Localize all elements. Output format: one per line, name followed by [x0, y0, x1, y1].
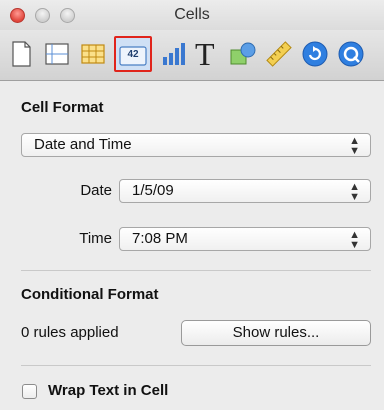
time-format-select[interactable]: 7:08 PM ▲ ▼ — [119, 227, 371, 251]
select-arrows-icon: ▲ ▼ — [349, 135, 360, 157]
date-format-value: 1/5/09 — [132, 182, 174, 199]
layout-inspector-button[interactable] — [40, 36, 74, 72]
chart-inspector-button[interactable] — [156, 36, 190, 72]
conditional-format-heading: Conditional Format — [21, 286, 159, 303]
document-inspector-button[interactable] — [4, 36, 38, 72]
section-divider — [21, 365, 371, 366]
quicktime-inspector-button[interactable] — [334, 36, 368, 72]
metrics-inspector-button[interactable] — [262, 36, 296, 72]
arrow-circle-icon — [302, 41, 328, 67]
cells-inspector-window: Cells 42 T Cell Format Date and Time ▲ ▼… — [0, 0, 384, 410]
inspector-toolbar: 42 T — [0, 30, 384, 81]
text-icon: T — [195, 36, 215, 72]
title-bar[interactable]: Cells — [0, 0, 384, 30]
date-format-select[interactable]: 1/5/09 ▲ ▼ — [119, 179, 371, 203]
cell-format-select[interactable]: Date and Time ▲ ▼ — [21, 133, 371, 157]
cells-inspector-button[interactable]: 42 — [114, 36, 152, 72]
bar-chart-icon — [163, 43, 185, 65]
shapes-icon — [230, 42, 256, 65]
select-arrows-icon: ▲ ▼ — [349, 229, 360, 251]
time-format-value: 7:08 PM — [132, 230, 188, 247]
table-icon — [81, 44, 105, 64]
q-circle-icon — [338, 41, 364, 67]
cell-format-value: Date and Time — [34, 136, 132, 153]
table-inspector-button[interactable] — [76, 36, 110, 72]
ruler-icon — [266, 41, 292, 67]
cell-format-heading: Cell Format — [21, 99, 104, 116]
wrap-text-label: Wrap Text in Cell — [48, 382, 169, 399]
text-inspector-button[interactable]: T — [192, 36, 226, 72]
section-divider — [21, 270, 371, 271]
show-rules-button[interactable]: Show rules... — [181, 320, 371, 346]
hyperlink-inspector-button[interactable] — [298, 36, 332, 72]
date-label: Date — [80, 182, 112, 199]
document-icon — [12, 41, 31, 67]
cells-icon-label: 42 — [127, 49, 139, 60]
time-label: Time — [79, 230, 112, 247]
select-arrows-icon: ▲ ▼ — [349, 181, 360, 203]
graphic-inspector-button[interactable] — [226, 36, 260, 72]
window-title: Cells — [174, 6, 210, 23]
wrap-text-checkbox[interactable] — [22, 384, 37, 399]
rules-applied-status: 0 rules applied — [21, 324, 119, 341]
layout-icon — [45, 43, 69, 65]
